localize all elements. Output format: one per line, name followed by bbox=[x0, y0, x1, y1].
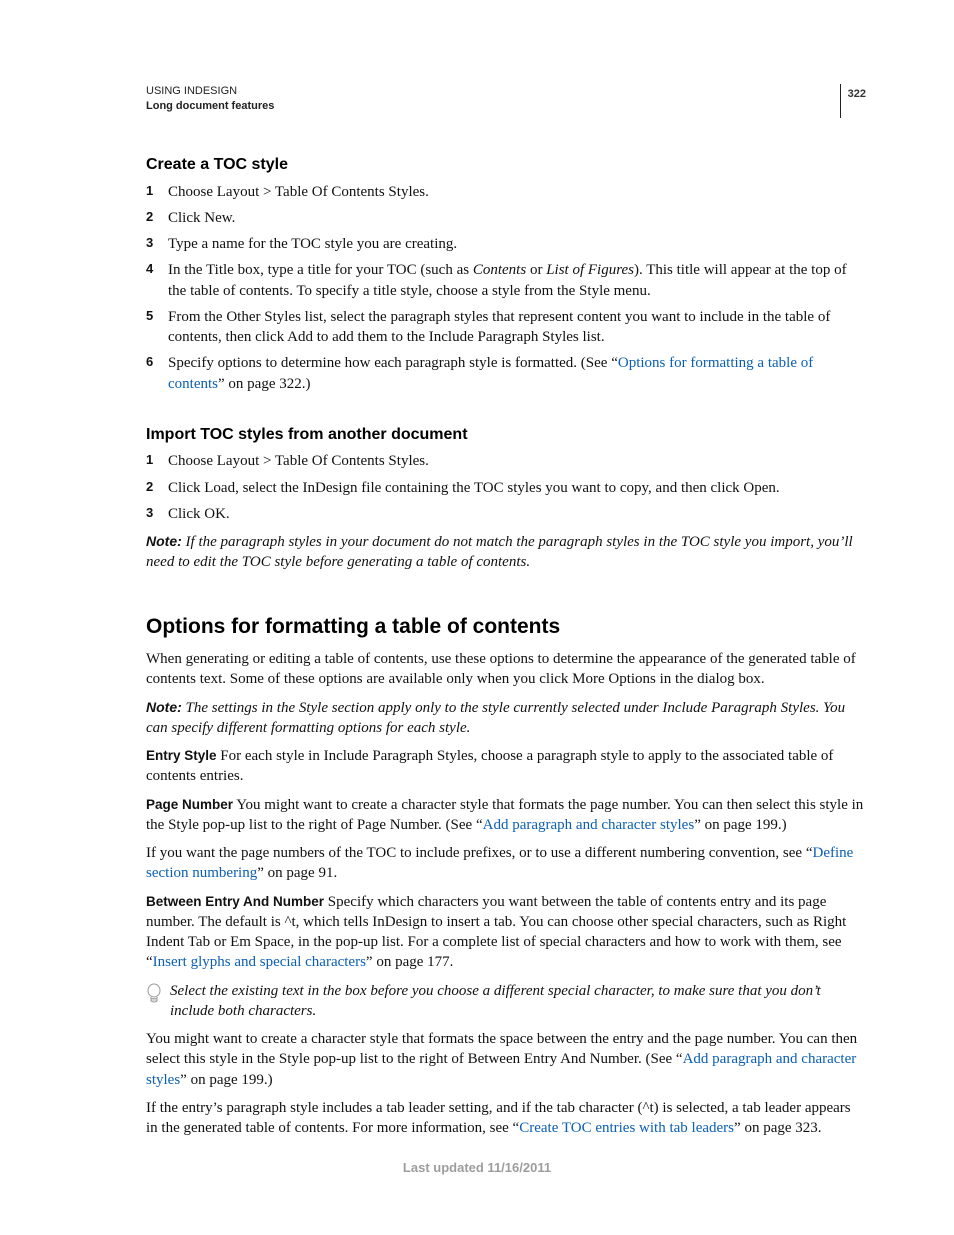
step: In the Title box, type a title for your … bbox=[146, 260, 866, 301]
header-left: USING INDESIGN Long document features bbox=[146, 84, 274, 115]
footer-last-updated: Last updated 11/16/2011 bbox=[0, 1159, 954, 1177]
step: Click New. bbox=[146, 208, 866, 228]
tab-leader-para: If the entry’s paragraph style includes … bbox=[146, 1098, 866, 1139]
lightbulb-icon bbox=[146, 983, 162, 1011]
page-number-extra: If you want the page numbers of the TOC … bbox=[146, 843, 866, 884]
tip-text: Select the existing text in the box befo… bbox=[170, 981, 866, 1022]
heading-create-toc-style: Create a TOC style bbox=[146, 154, 866, 176]
step: Type a name for the TOC style you are cr… bbox=[146, 234, 866, 254]
link-add-paragraph-char-styles[interactable]: Add paragraph and character styles bbox=[483, 817, 695, 833]
step: Choose Layout > Table Of Contents Styles… bbox=[146, 182, 866, 202]
page: USING INDESIGN Long document features 32… bbox=[0, 0, 954, 1235]
note-label: Note: bbox=[146, 533, 182, 549]
doc-section: Long document features bbox=[146, 100, 274, 112]
link-create-toc-tab-leaders[interactable]: Create TOC entries with tab leaders bbox=[519, 1120, 734, 1136]
char-style-para: You might want to create a character sty… bbox=[146, 1029, 866, 1090]
def-entry-style: Entry Style For each style in Include Pa… bbox=[146, 746, 866, 787]
steps-import-toc: Choose Layout > Table Of Contents Styles… bbox=[146, 451, 866, 524]
step: Specify options to determine how each pa… bbox=[146, 353, 866, 394]
doc-title: USING INDESIGN bbox=[146, 85, 237, 97]
tip: Select the existing text in the box befo… bbox=[146, 981, 866, 1022]
term: Between Entry And Number bbox=[146, 894, 324, 909]
note-label: Note: bbox=[146, 699, 182, 715]
step: Choose Layout > Table Of Contents Styles… bbox=[146, 451, 866, 471]
term: Page Number bbox=[146, 797, 233, 812]
term: Entry Style bbox=[146, 748, 217, 763]
heading-import-toc: Import TOC styles from another document bbox=[146, 424, 866, 446]
def-between-entry-number: Between Entry And Number Specify which c… bbox=[146, 892, 866, 973]
heading-options-formatting: Options for formatting a table of conten… bbox=[146, 613, 866, 641]
running-header: USING INDESIGN Long document features 32… bbox=[146, 84, 866, 118]
def-page-number: Page Number You might want to create a c… bbox=[146, 795, 866, 836]
intro-para: When generating or editing a table of co… bbox=[146, 649, 866, 690]
step: From the Other Styles list, select the p… bbox=[146, 307, 866, 348]
steps-create-toc: Choose Layout > Table Of Contents Styles… bbox=[146, 182, 866, 394]
note: Note: The settings in the Style section … bbox=[146, 698, 866, 739]
page-number: 322 bbox=[840, 84, 866, 118]
step: Click Load, select the InDesign file con… bbox=[146, 478, 866, 498]
note: Note: If the paragraph styles in your do… bbox=[146, 532, 866, 573]
link-insert-glyphs[interactable]: Insert glyphs and special characters bbox=[153, 954, 366, 970]
step: Click OK. bbox=[146, 504, 866, 524]
content: Create a TOC style Choose Layout > Table… bbox=[146, 154, 866, 1138]
